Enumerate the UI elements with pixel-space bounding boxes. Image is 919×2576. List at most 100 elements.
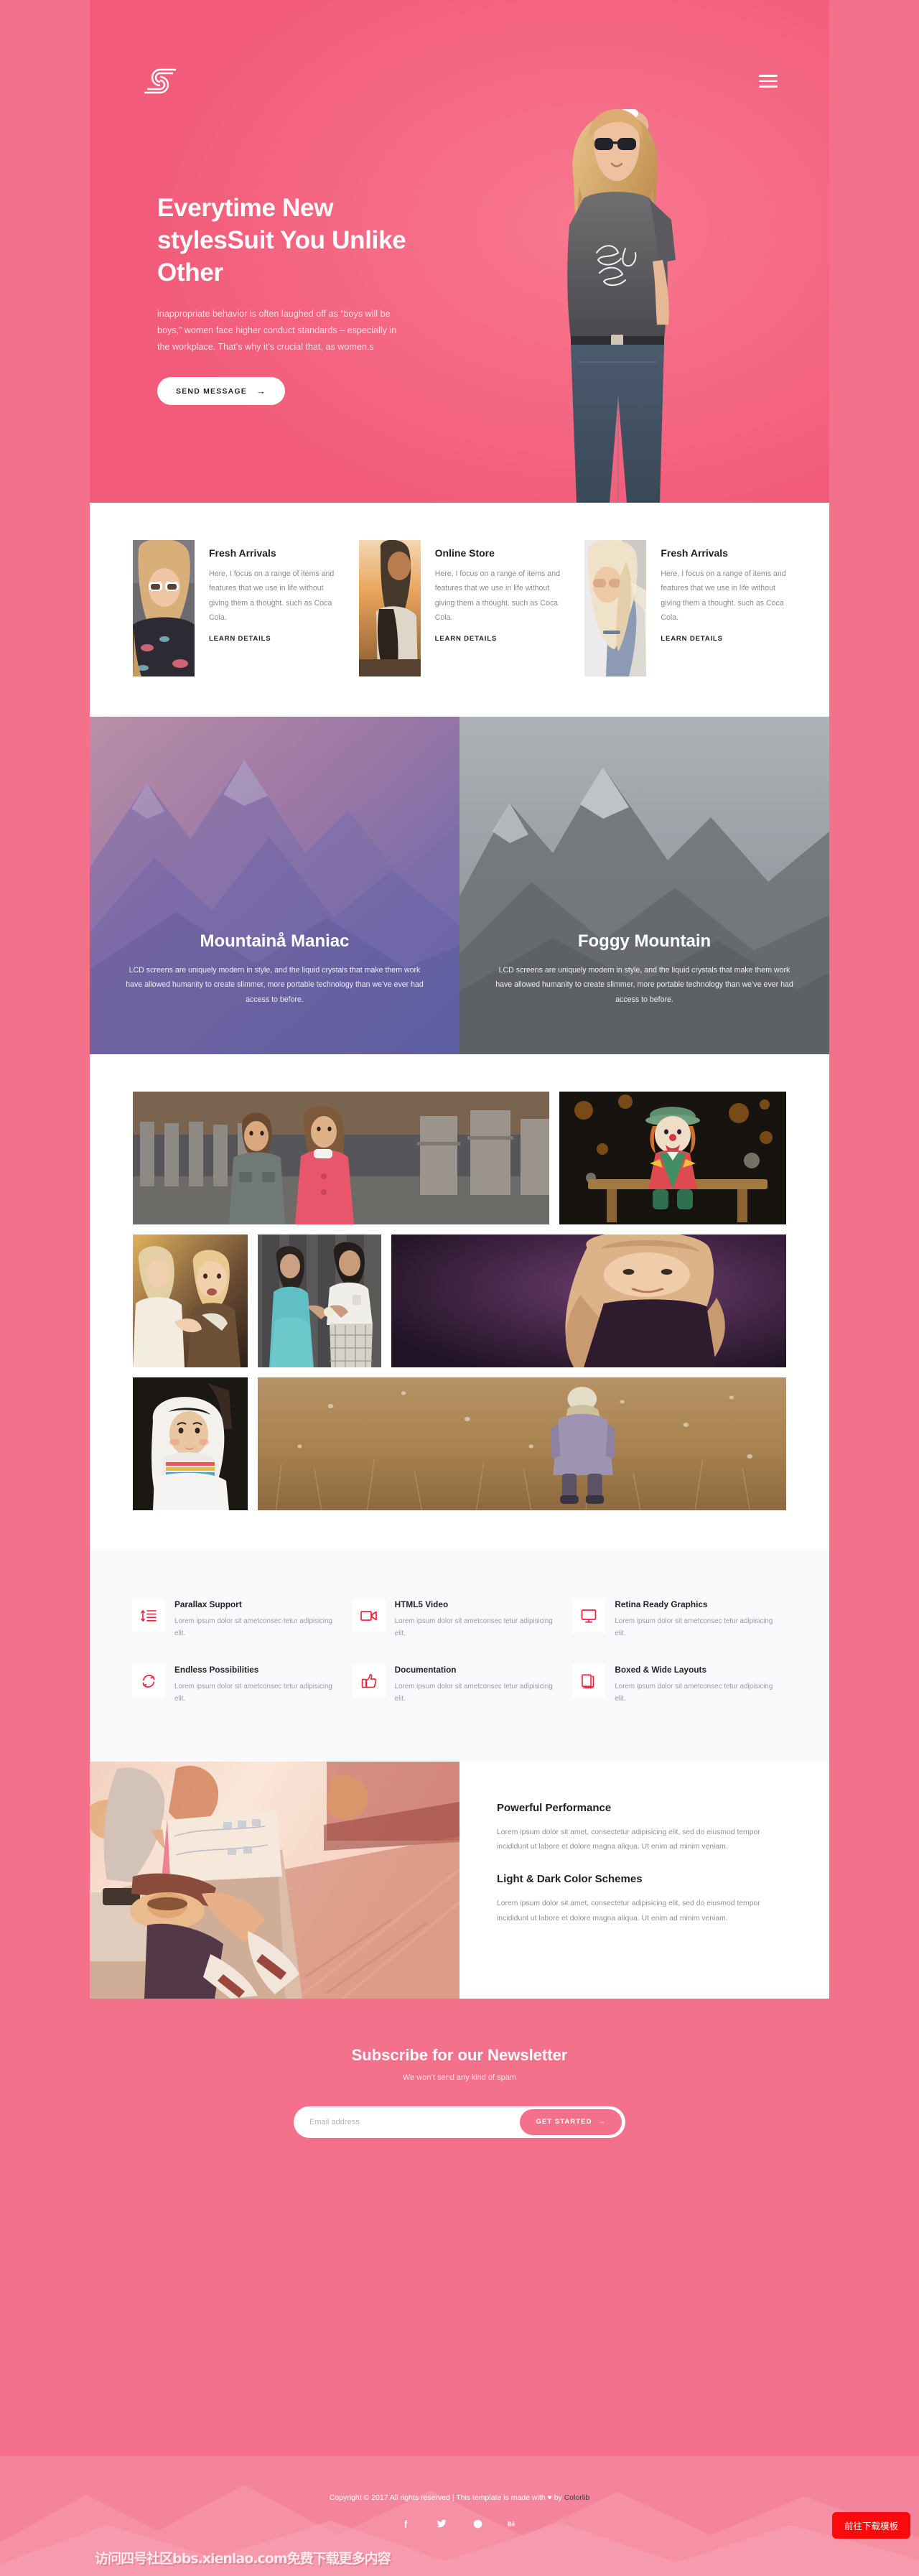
girl-white-hood-photo [133,1377,248,1510]
learn-details-link[interactable]: LEARN DETAILS [209,635,271,643]
feature-item[interactable]: Retina Ready Graphics Lorem ipsum dolor … [569,1592,790,1657]
feature-card-text: Here, I focus on a range of items and fe… [434,569,560,622]
brand-link[interactable]: Colorlib [564,2493,590,2502]
feature-card-text: Here, I focus on a range of items and fe… [209,569,335,622]
feature-item-text: Lorem ipsum dolor sit ametconsec tetur a… [394,1682,553,1703]
feature-card[interactable]: Fresh Arrivals Here, I focus on a range … [584,540,786,676]
feature-item-text: Lorem ipsum dolor sit ametconsec tetur a… [615,1682,773,1703]
feature-item[interactable]: HTML5 Video Lorem ipsum dolor sit ametco… [350,1592,570,1657]
feature-item[interactable]: Documentation Lorem ipsum dolor sit amet… [350,1657,570,1723]
email-input[interactable] [309,2117,521,2126]
video-camera-icon [352,1599,386,1632]
split-panel-foggy[interactable]: Foggy Mountain LCD screens are uniquely … [460,717,829,1054]
feature-card-body: Fresh Arrivals Here, I focus on a range … [209,540,335,676]
split-panel-sunset[interactable]: Mountainå Maniac LCD screens are uniquel… [90,717,460,1054]
hamburger-line [759,85,778,88]
gallery-section [90,1054,829,1550]
download-template-badge[interactable]: 前往下载模板 [831,2512,910,2539]
refresh-cycle-icon [132,1664,165,1698]
send-message-label: SEND MESSAGE [176,386,247,396]
newsletter-subtext: We won’t send any kind of spam [402,2073,517,2082]
child-in-field-photo [258,1377,786,1510]
split-panel-title: Mountainå Maniac [200,931,350,952]
performance-copy: Powerful Performance Lorem ipsum dolor s… [460,1762,829,1999]
learn-details-link[interactable]: LEARN DETAILS [661,635,722,643]
feature-item-title: Boxed & Wide Layouts [615,1664,707,1675]
learn-details-link[interactable]: LEARN DETAILS [435,635,497,643]
features-grid: Parallax Support Lorem ipsum dolor sit a… [129,1592,790,1723]
feature-item-body: Documentation Lorem ipsum dolor sit amet… [395,1665,560,1706]
feature-card[interactable]: Fresh Arrivals Here, I focus on a range … [133,540,335,676]
gallery-row [133,1377,786,1510]
performance-text: Lorem ipsum dolor sit amet, consectetur … [497,1900,760,1922]
long-hair-girl-purple-photo [391,1234,786,1367]
hero-title: Everytime New stylesSuit You Unlike Othe… [157,194,406,287]
hamburger-line [759,80,778,83]
feature-card-title: Online Store [434,547,495,559]
twitter-icon[interactable] [436,2518,447,2529]
gallery-item[interactable] [391,1234,786,1367]
page-root: Everytime New stylesSuit You Unlike Othe… [90,0,829,2576]
books-icon [572,1664,606,1698]
send-message-button[interactable]: SEND MESSAGE → [157,377,286,406]
hero-navbar [90,66,829,96]
s-logo[interactable] [141,66,179,96]
boy-girl-flower-photo [258,1234,381,1367]
newsletter-form: GET STARTED → [294,2106,625,2138]
mountain-split-section: Mountainå Maniac LCD screens are uniquel… [90,717,829,1054]
gallery-item[interactable] [559,1092,786,1224]
dribbble-icon[interactable] [472,2518,483,2529]
hamburger-menu-icon[interactable] [759,75,778,88]
svg-text:Bē: Bē [508,2521,516,2527]
copyright-text: Copyright © 2017 All rights reserved | T… [0,2493,919,2502]
split-panel-title: Foggy Mountain [577,931,712,952]
feature-item-title: Retina Ready Graphics [615,1599,708,1609]
parallax-lines-icon [132,1599,165,1632]
two-children-fence-photo [133,1092,549,1224]
gallery-item[interactable] [133,1377,248,1510]
feature-item[interactable]: Parallax Support Lorem ipsum dolor sit a… [129,1592,350,1657]
feature-card-body: Online Store Here, I focus on a range of… [435,540,561,676]
gallery-item[interactable] [133,1092,549,1224]
arrow-right-icon: → [598,2118,606,2126]
newsletter-heading: Subscribe for our Newsletter [351,2045,568,2064]
gallery-item[interactable] [258,1377,786,1510]
split-panel-copy: Mountainå Maniac LCD screens are uniquel… [90,931,460,1007]
hero-copy: Everytime New stylesSuit You Unlike Othe… [157,192,455,406]
get-started-label: GET STARTED [536,2118,592,2126]
feature-item[interactable]: Boxed & Wide Layouts Lorem ipsum dolor s… [569,1657,790,1723]
newsletter-section: Subscribe for our Newsletter We won’t se… [90,1998,829,2181]
feature-card[interactable]: Online Store Here, I focus on a range of… [358,540,561,676]
feature-card-title: Fresh Arrivals [661,547,728,559]
features-section: Parallax Support Lorem ipsum dolor sit a… [90,1550,829,1762]
feature-item-text: Lorem ipsum dolor sit ametconsec tetur a… [394,1617,553,1638]
performance-text: Lorem ipsum dolor sit amet, consectetur … [497,1828,760,1851]
gallery-item[interactable] [133,1234,248,1367]
gallery-item[interactable] [258,1234,381,1367]
clown-doll-bench-photo [559,1092,786,1224]
feature-cards-section: Fresh Arrivals Here, I focus on a range … [90,503,829,717]
behance-icon[interactable]: Bē [508,2518,519,2529]
feature-card-body: Fresh Arrivals Here, I focus on a range … [661,540,786,676]
split-panel-copy: Foggy Mountain LCD screens are uniquely … [460,931,829,1007]
copyright-prefix: Copyright © 2017 All rights reserved | T… [329,2493,548,2502]
blonde-woman-sunglasses-photo [584,540,647,676]
feature-item-title: Documentation [394,1664,457,1675]
performance-heading: Powerful Performance [497,1801,612,1814]
feature-item-title: Endless Possibilities [174,1664,259,1675]
feature-item-body: Boxed & Wide Layouts Lorem ipsum dolor s… [615,1665,780,1706]
feature-item-body: Endless Possibilities Lorem ipsum dolor … [174,1665,340,1706]
hero-section: Everytime New stylesSuit You Unlike Othe… [90,0,829,503]
girl-and-toddler-photo [133,1234,248,1367]
performance-heading: Light & Dark Color Schemes [497,1873,643,1886]
get-started-button[interactable]: GET STARTED → [520,2108,622,2135]
social-links: Bē [0,2518,919,2529]
facebook-icon[interactable] [400,2518,411,2529]
footer-content: Copyright © 2017 All rights reserved | T… [0,2456,919,2529]
feature-item-title: HTML5 Video [394,1599,449,1609]
feature-item-body: Parallax Support Lorem ipsum dolor sit a… [174,1599,340,1640]
split-panel-text: LCD screens are uniquely modern in style… [126,966,424,1004]
feature-item[interactable]: Endless Possibilities Lorem ipsum dolor … [129,1657,350,1723]
hero-subtitle: inappropriate behavior is often laughed … [157,309,397,353]
gallery-row [133,1234,786,1367]
